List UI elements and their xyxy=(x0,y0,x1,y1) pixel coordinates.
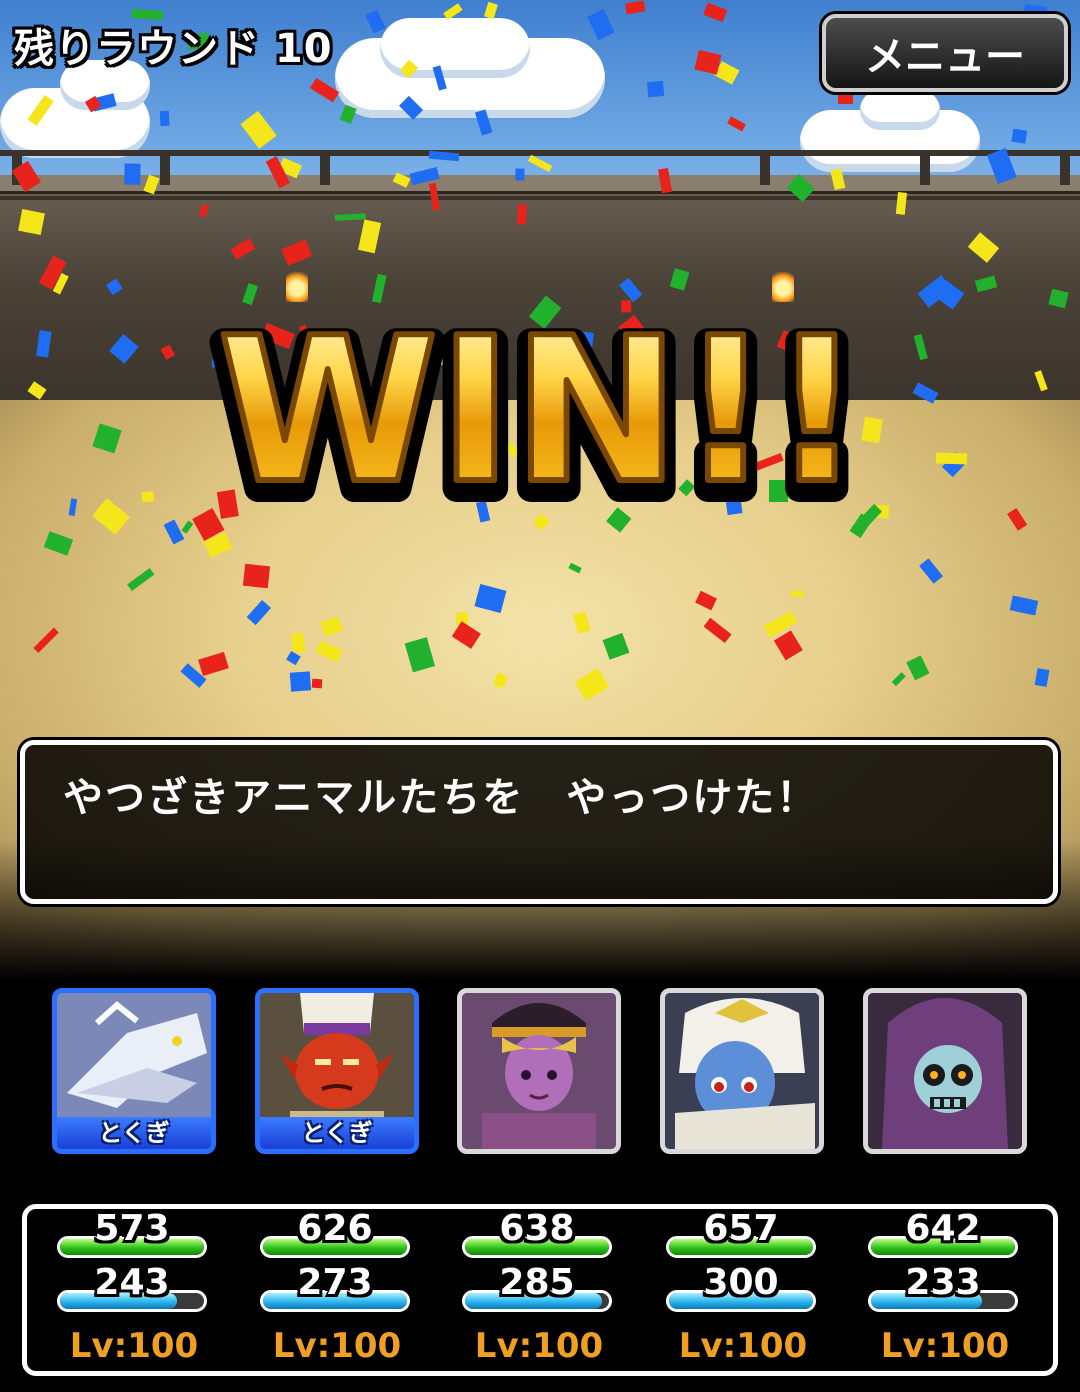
remaining-rounds: 残りラウンド 10 xyxy=(14,26,333,72)
railing-post xyxy=(320,150,330,185)
level-label: Lv:100 xyxy=(678,1326,808,1366)
win-text-outline: WIN!! xyxy=(218,300,863,520)
mp-value: 233 xyxy=(905,1262,981,1303)
confetti-piece xyxy=(1034,667,1050,688)
confetti-piece xyxy=(242,563,270,588)
railing-post xyxy=(160,150,170,185)
party-member-card[interactable] xyxy=(863,988,1027,1154)
party-member-status: 642 233 Lv:100 xyxy=(868,1206,1028,1376)
railing-post xyxy=(760,150,770,185)
confetti-piece xyxy=(141,491,155,503)
torch-icon xyxy=(286,268,308,302)
confetti-piece xyxy=(18,208,45,236)
confetti-piece xyxy=(311,678,323,689)
mp-value: 285 xyxy=(499,1262,575,1303)
party-member-status: 638 285 Lv:100 xyxy=(462,1206,622,1376)
mp-value: 243 xyxy=(94,1262,170,1303)
mp-value: 273 xyxy=(297,1262,373,1303)
confetti-piece xyxy=(837,92,854,105)
mp-value: 300 xyxy=(703,1262,779,1303)
red-demon-priest-icon xyxy=(260,993,414,1117)
white-dragon-icon xyxy=(57,993,211,1117)
blue-ice-girl-icon xyxy=(665,993,819,1149)
party-member-card[interactable] xyxy=(457,988,621,1154)
party-member-status: 626 273 Lv:100 xyxy=(260,1206,420,1376)
torch-icon xyxy=(772,268,794,302)
menu-button[interactable]: メニュー xyxy=(822,14,1068,92)
confetti-piece xyxy=(791,590,805,598)
railing-post xyxy=(920,150,930,185)
confetti-piece xyxy=(124,163,142,185)
party-member-card[interactable] xyxy=(660,988,824,1154)
party-member-status: 657 300 Lv:100 xyxy=(666,1206,826,1376)
battle-message-text: やつざきアニマルたちを やっつけた！ xyxy=(63,775,819,821)
confetti-piece xyxy=(289,671,312,692)
hp-value: 638 xyxy=(499,1208,575,1249)
party-member-card[interactable]: とくぎ xyxy=(255,988,419,1154)
confetti-piece xyxy=(291,631,306,653)
confetti-piece xyxy=(515,168,525,181)
hp-value: 642 xyxy=(905,1208,981,1249)
cloud xyxy=(860,90,940,130)
party-member-status: 573 243 Lv:100 xyxy=(57,1206,217,1376)
skill-tag: とくぎ xyxy=(260,1117,414,1149)
battle-message-box[interactable]: やつざきアニマルたちを やっつけた！ xyxy=(20,740,1058,904)
confetti-piece xyxy=(516,204,527,225)
level-label: Lv:100 xyxy=(272,1326,402,1366)
skull-sorcerer-icon xyxy=(868,993,1022,1149)
level-label: Lv:100 xyxy=(880,1326,1010,1366)
confetti-piece xyxy=(1011,128,1028,143)
purple-dancer-icon xyxy=(462,993,616,1149)
hp-value: 657 xyxy=(703,1208,779,1249)
win-banner: WIN!! WIN!! xyxy=(204,300,877,520)
railing-post xyxy=(1060,150,1070,185)
hp-value: 573 xyxy=(94,1208,170,1249)
hp-value: 626 xyxy=(297,1208,373,1249)
confetti-piece xyxy=(935,452,968,465)
skill-tag: とくぎ xyxy=(57,1117,211,1149)
confetti-piece xyxy=(646,80,664,98)
party-member-card[interactable]: とくぎ xyxy=(52,988,216,1154)
level-label: Lv:100 xyxy=(69,1326,199,1366)
confetti-piece xyxy=(160,110,170,127)
level-label: Lv:100 xyxy=(474,1326,604,1366)
